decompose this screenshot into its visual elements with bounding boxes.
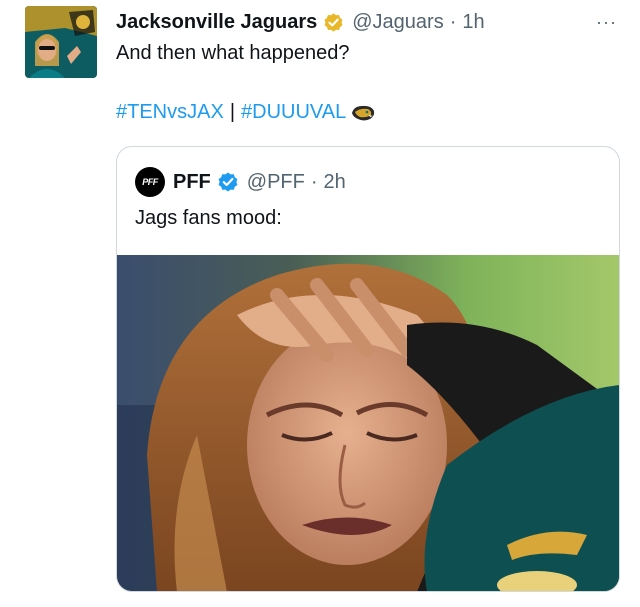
quoted-tweet-time[interactable]: 2h [324,171,346,194]
author-avatar[interactable] [25,6,97,78]
time-separator: · [449,10,457,33]
hashtag-line: #TENvsJAX | #DUUUVAL [116,101,376,124]
tweet-time[interactable]: 1h [462,11,484,34]
quoted-time-separator: · [310,170,318,193]
hashtag-duuuval[interactable]: #DUUUVAL [241,101,346,124]
hashtag-divider: | [229,101,236,123]
verified-badge-blue-icon [218,172,238,192]
crying-player-photo [117,255,619,591]
quoted-tweet-text: Jags fans mood: [135,207,282,229]
jaguar-emoji-icon [352,105,375,120]
quoted-tweet[interactable]: PFF PFF @PFF · 2h Jags fans mood: [116,146,620,592]
verified-badge-gold-icon [324,12,343,32]
more-options-icon[interactable]: ··· [596,12,617,33]
author-name[interactable]: Jacksonville Jaguars [116,11,317,34]
quoted-tweet-header: PFF PFF @PFF · 2h [135,167,346,197]
quoted-author-name[interactable]: PFF [173,171,211,194]
jaguars-fan-avatar [25,6,97,78]
hashtag-tenvsjax[interactable]: #TENvsJAX [116,101,224,124]
pff-avatar[interactable]: PFF [135,167,165,197]
author-handle[interactable]: @Jaguars [352,11,443,34]
quoted-author-handle[interactable]: @PFF [247,171,305,194]
tweet-header: Jacksonville Jaguars @Jaguars · 1h [116,10,485,34]
quoted-tweet-image[interactable] [117,255,619,591]
tweet-text: And then what happened? [116,42,350,64]
